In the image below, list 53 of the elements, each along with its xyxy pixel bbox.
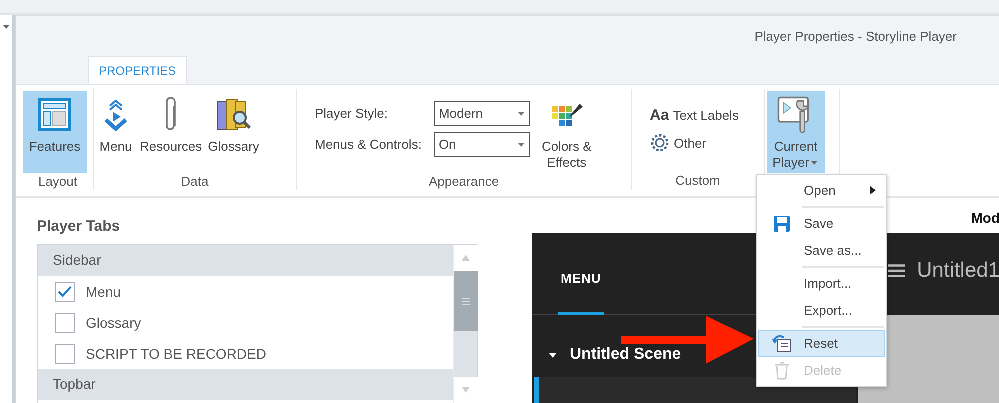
- check-icon: [58, 286, 72, 298]
- section-heading: Player Tabs: [37, 218, 122, 236]
- checkbox-label: Menu: [86, 284, 122, 300]
- menu-item[interactable]: Export...: [758, 297, 885, 324]
- checkbox[interactable]: [55, 344, 75, 364]
- ribbon-button[interactable]: Menu: [96, 91, 136, 173]
- reset-icon: [772, 334, 792, 352]
- grip-icon: [462, 298, 470, 304]
- settings-icon: [650, 133, 670, 153]
- menu-item[interactable]: Save as...: [758, 237, 885, 264]
- group-label: Data: [181, 173, 209, 191]
- menu-item[interactable]: Import...: [758, 270, 885, 297]
- scrollbar-thumb[interactable]: [454, 271, 478, 331]
- caret-icon[interactable]: [3, 25, 10, 29]
- window-title: Player Properties - Storyline Player: [754, 29, 957, 45]
- menu-tab[interactable]: MENU: [558, 271, 604, 315]
- course-title: Untitled1: [917, 259, 999, 283]
- checkbox[interactable]: [55, 312, 75, 332]
- group-label: Custom: [676, 172, 720, 190]
- group-label: Layout: [38, 173, 78, 191]
- menu-item[interactable]: Reset: [758, 330, 885, 357]
- caret-icon: [518, 142, 525, 146]
- checkbox-label: SCRIPT TO BE RECORDED: [86, 346, 266, 362]
- ribbon-button[interactable]: Aa Text Labels: [650, 105, 739, 125]
- chevron-play-icon: [103, 98, 129, 132]
- ribbon-button[interactable]: Features: [23, 91, 87, 173]
- field-label: Player Style:: [315, 106, 389, 121]
- caret-icon: [518, 112, 525, 116]
- checkbox-label: Glossary: [86, 314, 142, 330]
- checkbox[interactable]: [55, 282, 75, 302]
- ribbon-button[interactable]: Colors & Effects: [540, 91, 594, 173]
- ribbon-button[interactable]: Other: [650, 133, 739, 153]
- field-label: Menus & Controls:: [315, 137, 422, 152]
- caret-icon: [811, 161, 820, 166]
- dropdown-field[interactable]: Modern: [434, 101, 530, 126]
- dropdown-field[interactable]: On: [434, 132, 530, 157]
- menu-item[interactable]: Open: [758, 177, 885, 204]
- trash-icon: [774, 362, 790, 380]
- layout-icon: [38, 98, 72, 132]
- group-label: Appearance: [428, 173, 500, 191]
- ribbon-tab[interactable]: PROPERTIES: [88, 56, 188, 84]
- menu-icon[interactable]: [888, 264, 906, 278]
- save-icon: [772, 214, 790, 232]
- scroll-up-icon[interactable]: [462, 255, 470, 261]
- ribbon-button[interactable]: Resources: [138, 91, 204, 173]
- scroll-down-icon[interactable]: [462, 387, 470, 393]
- preview-heading: Mod: [971, 210, 999, 228]
- menu-item[interactable]: Save: [758, 210, 885, 237]
- ribbon-button[interactable]: Glossary: [206, 91, 262, 173]
- ribbon-button[interactable]: Current Player: [767, 91, 825, 173]
- scene-row[interactable]: Untitled Scene: [548, 345, 682, 365]
- list-group-header: Topbar: [38, 369, 453, 400]
- list-group-header: Sidebar: [38, 245, 453, 276]
